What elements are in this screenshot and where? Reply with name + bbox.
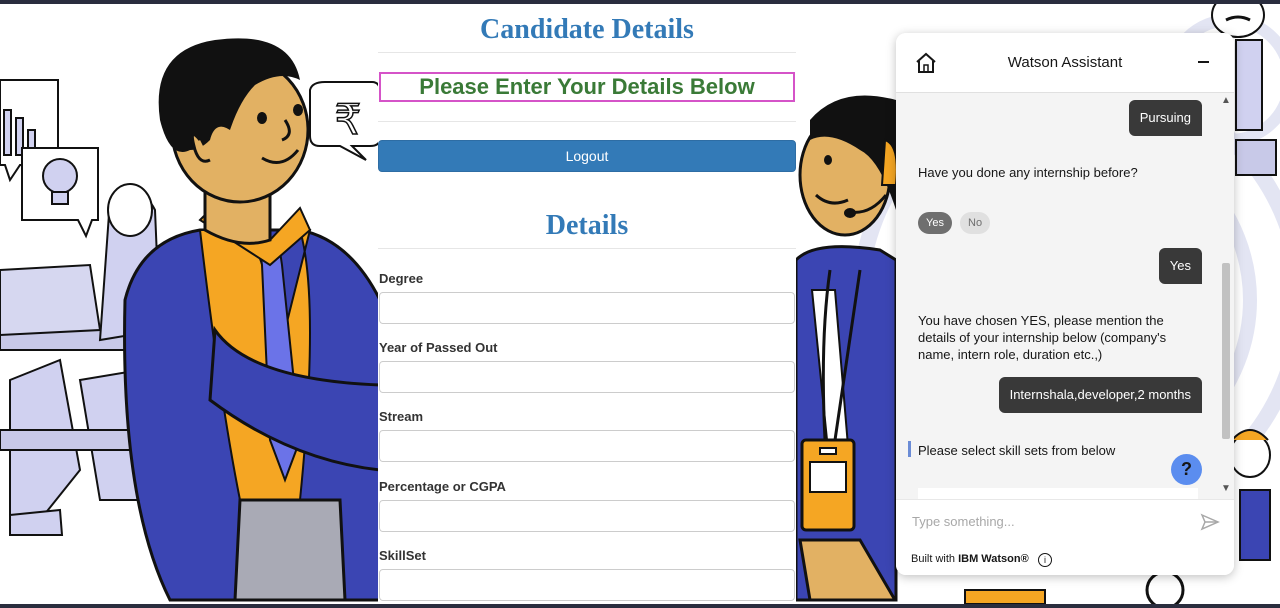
option-no-button[interactable]: No (960, 212, 991, 234)
bot-message-chosen-yes: You have chosen YES, please mention the … (918, 313, 1167, 362)
divider (378, 52, 796, 53)
year-passed-out-input[interactable] (379, 361, 795, 393)
chat-input-row (896, 499, 1234, 541)
scrollbar-thumb[interactable] (1222, 263, 1230, 439)
bot-message-skill-select: Please select skill sets from below (918, 443, 1116, 458)
scroll-up-icon[interactable]: ▲ (1221, 95, 1231, 106)
watson-assistant-panel: Watson Assistant Pursuing Have you done … (896, 33, 1234, 575)
built-with-prefix: Built with (911, 553, 959, 565)
lightbulb-bubble (21, 147, 99, 239)
percentage-cgpa-label: Percentage or CGPA (379, 479, 506, 494)
logout-button[interactable]: Logout (378, 140, 796, 172)
minimize-icon[interactable] (1194, 52, 1214, 72)
divider (378, 121, 796, 122)
chat-scrollbar[interactable]: ▲ ▼ (1218, 93, 1234, 499)
support-agent-illustration (794, 95, 898, 602)
chat-header: Watson Assistant (896, 33, 1234, 93)
skill-options-card (918, 488, 1198, 499)
degree-label: Degree (379, 271, 424, 286)
instruction-banner: Please Enter Your Details Below (379, 72, 795, 102)
rupee-symbol: ₹ (335, 95, 362, 144)
candidate-form-panel: Candidate Details Please Enter Your Deta… (378, 4, 796, 604)
built-with-text: Built with IBM Watson® (911, 553, 1029, 565)
skillset-label: SkillSet (379, 548, 426, 563)
chat-footer: Built with IBM Watson® i (896, 541, 1234, 575)
skillset-input[interactable] (379, 569, 795, 601)
user-message-pursuing: Pursuing (1128, 100, 1202, 136)
percentage-cgpa-input[interactable] (379, 500, 795, 532)
bot-message-indicator (908, 441, 911, 457)
user-message-internship: Internshala,developer,2 months (998, 377, 1202, 413)
user-message-yes: Yes (1158, 248, 1202, 284)
scroll-down-icon[interactable]: ▼ (1221, 483, 1231, 494)
degree-input[interactable] (379, 292, 795, 324)
rupee-bubble: ₹ (309, 81, 381, 161)
bottom-border (0, 604, 1280, 608)
help-button[interactable]: ? (1171, 454, 1202, 485)
bot-message-internship-question: Have you done any internship before? (918, 165, 1138, 180)
section-title-details: Details (545, 210, 629, 241)
year-passed-out-label: Year of Passed Out (379, 340, 498, 355)
divider (378, 248, 796, 249)
stream-input[interactable] (379, 430, 795, 462)
chat-title: Watson Assistant (1007, 54, 1123, 71)
page-title: Candidate Details (480, 14, 694, 45)
send-icon[interactable] (1200, 512, 1220, 532)
option-yes-button[interactable]: Yes (918, 212, 952, 234)
chat-input[interactable] (912, 511, 1182, 531)
chat-messages: Pursuing Have you done any internship be… (896, 93, 1234, 499)
ibm-watson-brand: IBM Watson® (958, 553, 1029, 565)
stream-label: Stream (379, 409, 424, 424)
info-icon[interactable]: i (1038, 553, 1052, 567)
